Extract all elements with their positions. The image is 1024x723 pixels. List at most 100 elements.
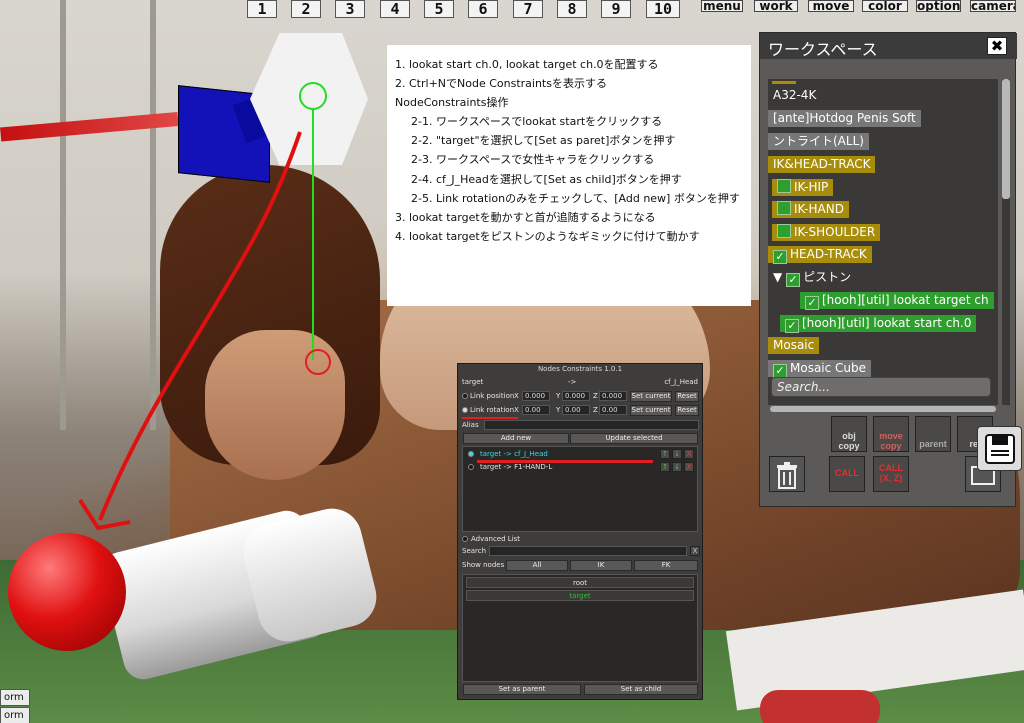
advanced-list-toggle[interactable]: [462, 536, 468, 542]
camera-button[interactable]: camera: [970, 0, 1016, 12]
color-button[interactable]: color: [862, 0, 908, 12]
checkmark-icon[interactable]: ✓: [805, 296, 819, 310]
rotation-x-field[interactable]: 0.00: [522, 405, 550, 415]
rotation-z-field[interactable]: 0.00: [599, 405, 627, 415]
constraint-label: target -> cf_J_Head: [480, 450, 548, 458]
note-line: 2-5. Link rotationのみをチェックして、[Add new] ボタ…: [411, 191, 740, 205]
position-x-field[interactable]: 0.000: [522, 391, 550, 401]
remove-button[interactable]: X: [684, 449, 694, 459]
workspace-search-input[interactable]: Search...: [771, 377, 991, 397]
parent-button[interactable]: parent: [915, 416, 951, 452]
slot-button-3[interactable]: 3: [335, 0, 365, 18]
workspace-item[interactable]: [ante]Hotdog Penis Soft: [768, 110, 921, 127]
link-position-toggle[interactable]: [462, 393, 468, 399]
workspace-item[interactable]: A32-4K: [768, 87, 821, 104]
rotation-reset-button[interactable]: Reset: [675, 405, 699, 416]
menu-button[interactable]: menu: [701, 0, 743, 12]
button-label: obj copy: [838, 431, 860, 451]
move-copy-button[interactable]: move copy: [873, 416, 909, 452]
form-button[interactable]: orm: [0, 707, 30, 723]
link-position-label: Link position: [470, 392, 515, 400]
expand-triangle-icon[interactable]: ▼: [773, 270, 782, 284]
rotation-set-current-button[interactable]: Set current: [630, 405, 672, 416]
call-button[interactable]: CALL: [829, 456, 865, 492]
delete-button[interactable]: [769, 456, 805, 492]
slot-button-9[interactable]: 9: [601, 0, 631, 18]
checkmark-icon[interactable]: ✓: [786, 273, 801, 287]
set-as-child-button[interactable]: Set as child: [584, 684, 698, 695]
item-label: IK&HEAD-TRACK: [773, 157, 871, 171]
workspace-item[interactable]: ✓ HEAD-TRACK: [768, 246, 872, 264]
form-button[interactable]: orm: [0, 689, 30, 706]
constraint-label: target -> F1-HAND-L: [480, 463, 553, 471]
checkmark-icon[interactable]: ✓: [785, 319, 799, 333]
slot-button-1[interactable]: 1: [247, 0, 277, 18]
update-selected-button[interactable]: Update selected: [570, 433, 698, 444]
filter-fk-button[interactable]: FK: [634, 560, 698, 571]
save-button[interactable]: [977, 426, 1022, 471]
workspace-item[interactable]: ントライト(ALL): [768, 133, 869, 150]
vertical-scrollbar[interactable]: [1002, 79, 1010, 405]
set-as-parent-button[interactable]: Set as parent: [463, 684, 581, 695]
move-up-button[interactable]: ↑: [660, 449, 670, 459]
constraint-radio[interactable]: [468, 451, 474, 457]
close-button[interactable]: ✖: [987, 37, 1007, 55]
position-set-current-button[interactable]: Set current: [630, 391, 672, 402]
alias-field[interactable]: [484, 420, 699, 430]
tree-node-target[interactable]: target: [466, 590, 694, 601]
remove-button[interactable]: X: [684, 462, 694, 472]
search-label: Search: [462, 547, 487, 555]
checkmark-icon[interactable]: ✓: [773, 250, 787, 264]
checkmark-icon[interactable]: ✓: [773, 364, 787, 378]
constraint-radio[interactable]: [468, 464, 474, 470]
move-down-button[interactable]: ↓: [672, 462, 682, 472]
checkbox[interactable]: [777, 201, 791, 215]
workspace-item[interactable]: ✓ [hooh][util] lookat start ch.0: [780, 315, 977, 333]
scrollbar-thumb[interactable]: [1002, 79, 1010, 199]
workspace-item[interactable]: IK-HIP: [772, 179, 834, 196]
slot-button-4[interactable]: 4: [380, 0, 410, 18]
highlight-underline: [462, 417, 518, 419]
work-button[interactable]: work: [754, 0, 798, 12]
node-search-input[interactable]: [489, 546, 687, 556]
rotation-y-field[interactable]: 0.00: [562, 405, 590, 415]
move-up-button[interactable]: ↑: [660, 462, 670, 472]
workspace-item[interactable]: Mosaic: [768, 337, 820, 354]
tree-node-root[interactable]: root: [466, 577, 694, 588]
workspace-item[interactable]: IK-SHOULDER: [772, 224, 881, 241]
obj-copy-button[interactable]: obj copy: [831, 416, 867, 452]
node-tree: root target: [462, 574, 698, 682]
note-line: NodeConstraints操作: [395, 96, 509, 110]
filter-all-button[interactable]: All: [506, 560, 568, 571]
link-rotation-toggle[interactable]: [462, 407, 468, 413]
position-reset-button[interactable]: Reset: [675, 391, 699, 402]
option-button[interactable]: option: [916, 0, 961, 12]
instruction-note: 1. lookat start ch.0, lookat target ch.0…: [387, 45, 751, 306]
constraint-item[interactable]: target -> F1-HAND-L: [466, 462, 655, 473]
position-y-field[interactable]: 0.000: [562, 391, 590, 401]
search-clear-button[interactable]: X: [690, 546, 700, 556]
slot-button-7[interactable]: 7: [513, 0, 543, 18]
slot-button-2[interactable]: 2: [291, 0, 321, 18]
alias-label: Alias: [462, 421, 479, 429]
workspace-item[interactable]: IK-HAND: [772, 201, 849, 218]
call-xz-button[interactable]: CALL (X, Z): [873, 456, 909, 492]
workspace-item[interactable]: ✓ Mosaic Cube: [768, 360, 872, 378]
filter-ik-button[interactable]: IK: [570, 560, 632, 571]
constraint-item[interactable]: target -> cf_J_Head: [466, 449, 655, 460]
move-down-button[interactable]: ↓: [672, 449, 682, 459]
workspace-item[interactable]: ▼ ✓ ピストン: [768, 269, 856, 287]
button-label: CALL (X, Z): [879, 463, 903, 483]
slot-button-10[interactable]: 10: [646, 0, 680, 18]
move-button[interactable]: move: [808, 0, 854, 12]
checkbox[interactable]: [777, 224, 791, 238]
add-new-button[interactable]: Add new: [463, 433, 569, 444]
workspace-item[interactable]: ✓ [hooh][util] lookat target ch: [800, 292, 994, 310]
slot-button-8[interactable]: 8: [557, 0, 587, 18]
checkbox[interactable]: [777, 179, 791, 193]
position-z-field[interactable]: 0.000: [599, 391, 627, 401]
slot-button-6[interactable]: 6: [468, 0, 498, 18]
horizontal-scrollbar[interactable]: [770, 406, 996, 412]
workspace-item[interactable]: IK&HEAD-TRACK: [768, 156, 876, 173]
slot-button-5[interactable]: 5: [424, 0, 454, 18]
